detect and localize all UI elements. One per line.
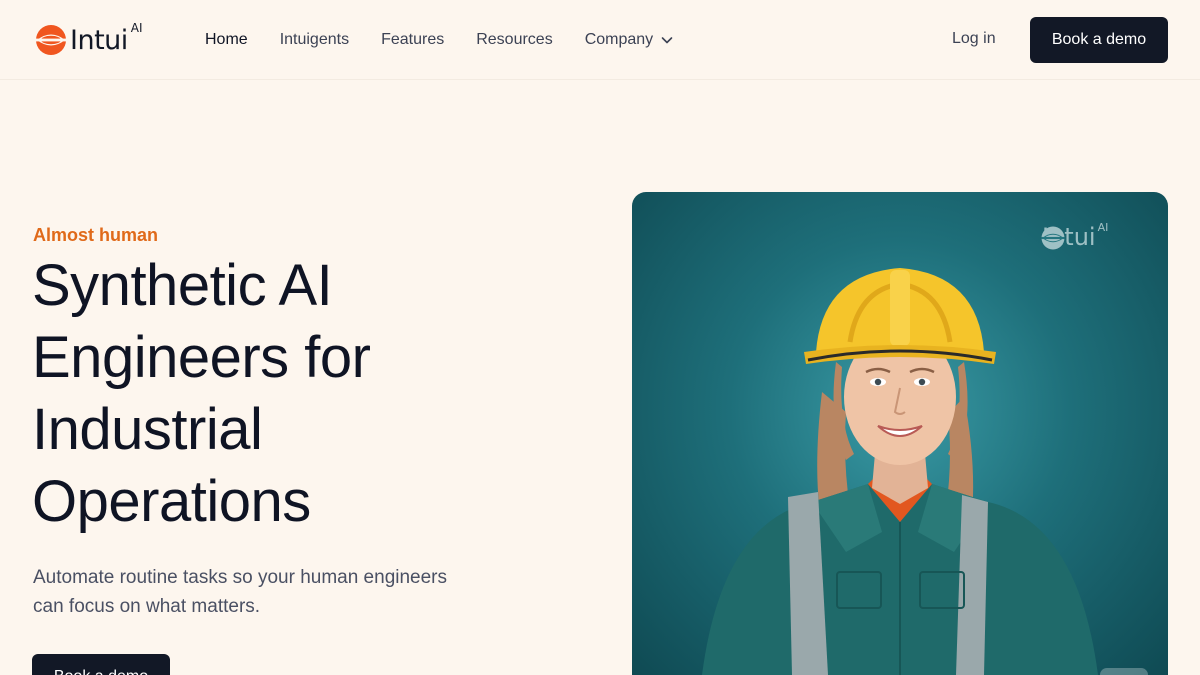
hero-image: Intui AI <box>632 192 1168 675</box>
headline-line: Operations <box>32 469 311 534</box>
main-nav: Home Intuigents Features Resources Compa… <box>205 30 706 50</box>
brand-logo[interactable]: Intui AI <box>34 20 143 60</box>
nav-company[interactable]: Company <box>585 31 674 49</box>
watermark-superscript: AI <box>1097 220 1109 234</box>
headline-line: Engineers for <box>32 325 371 390</box>
hero-book-demo-button[interactable]: Book a demo <box>32 654 170 675</box>
nav-home[interactable]: Home <box>205 31 248 49</box>
subtext-line: Automate routine tasks so your human eng… <box>33 567 448 588</box>
nav-intuigents[interactable]: Intuigents <box>280 31 349 49</box>
brand-name: Intui <box>70 24 128 56</box>
watermark-logo: Intui AI <box>1040 221 1108 250</box>
intui-watermark-icon <box>1041 226 1065 250</box>
login-link[interactable]: Log in <box>952 30 996 48</box>
chevron-down-icon <box>661 37 673 44</box>
headline-line: Synthetic AI <box>32 253 333 318</box>
subtext-line: can focus on what matters. <box>33 596 261 617</box>
hero-subtext: Automate routine tasks so your human eng… <box>33 563 513 621</box>
nav-features[interactable]: Features <box>381 31 444 49</box>
headline-line: Industrial <box>32 397 263 462</box>
site-header: Intui AI Home Intuigents Features Resour… <box>0 0 1200 80</box>
hero-headline: Synthetic AI Engineers for Industrial Op… <box>32 250 552 538</box>
hero-eyebrow: Almost human <box>33 225 159 245</box>
intui-logo-icon <box>36 25 66 55</box>
nav-company-label: Company <box>584 31 654 48</box>
book-demo-button[interactable]: Book a demo <box>1030 17 1168 63</box>
brand-superscript: AI <box>130 21 143 35</box>
nav-resources[interactable]: Resources <box>476 31 552 49</box>
carousel-indicator[interactable] <box>1100 668 1148 675</box>
engineer-illustration <box>702 268 1098 675</box>
